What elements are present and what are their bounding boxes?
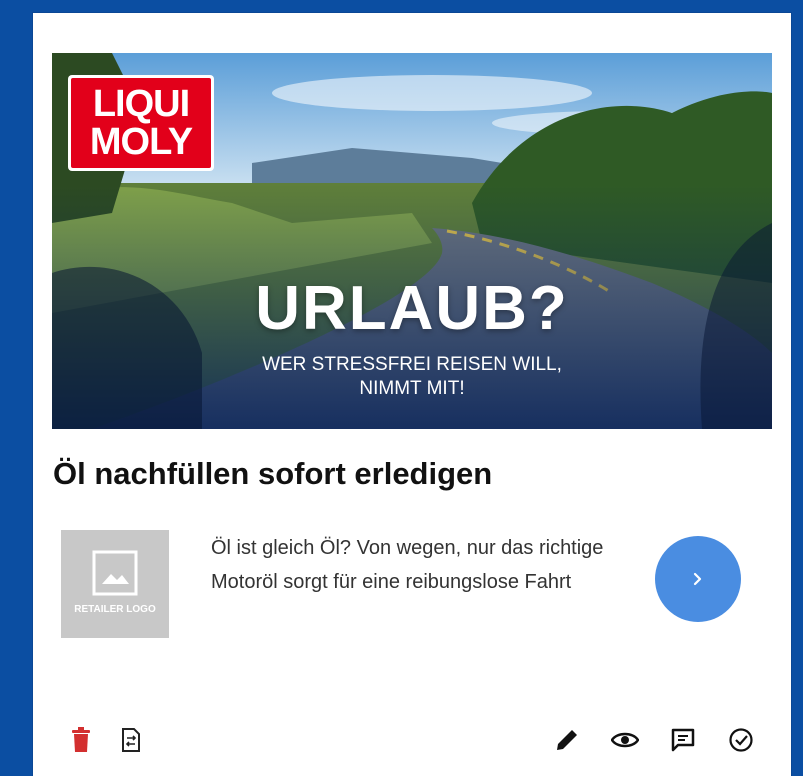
- ad-title: Öl nachfüllen sofort erledigen: [53, 456, 493, 491]
- ad-subline-2: NIMMT MIT!: [359, 378, 465, 399]
- trash-icon: [72, 727, 90, 752]
- edit-button[interactable]: [553, 726, 581, 754]
- ad-description: Öl ist gleich Öl? Von wegen, nur das ric…: [211, 537, 604, 593]
- ad-preview-card: LIQUI MOLY URLAUB? WER STRESSFREI REISEN…: [33, 13, 791, 776]
- cta-button[interactable]: [655, 536, 741, 622]
- check-circle-icon: [729, 728, 753, 752]
- ad-hero-image: LIQUI MOLY URLAUB? WER STRESSFREI REISEN…: [52, 53, 772, 429]
- ad-subline: WER STRESSFREI REISEN WILL, NIMMT MIT!: [52, 353, 772, 401]
- comment-icon: [671, 728, 695, 752]
- approve-button[interactable]: [727, 726, 755, 754]
- ad-subline-1: WER STRESSFREI REISEN WILL,: [262, 354, 562, 375]
- chevron-right-icon: [693, 572, 702, 586]
- retailer-logo-label: RETAILER LOGO: [74, 604, 156, 615]
- logo-line-2: MOLY: [89, 121, 193, 163]
- retailer-logo-placeholder: RETAILER LOGO: [61, 530, 169, 638]
- ad-headline: URLAUB?: [255, 274, 569, 343]
- preview-button[interactable]: [611, 726, 639, 754]
- image-placeholder-icon: [92, 550, 138, 596]
- swap-document-button[interactable]: [117, 726, 145, 754]
- swap-document-icon: [122, 728, 140, 752]
- liqui-moly-logo: LIQUI MOLY: [68, 75, 214, 171]
- eye-icon: [611, 732, 639, 748]
- edit-pencil-icon: [557, 730, 577, 750]
- comment-button[interactable]: [669, 726, 697, 754]
- delete-button[interactable]: [67, 726, 95, 754]
- logo-line-1: LIQUI: [92, 83, 190, 125]
